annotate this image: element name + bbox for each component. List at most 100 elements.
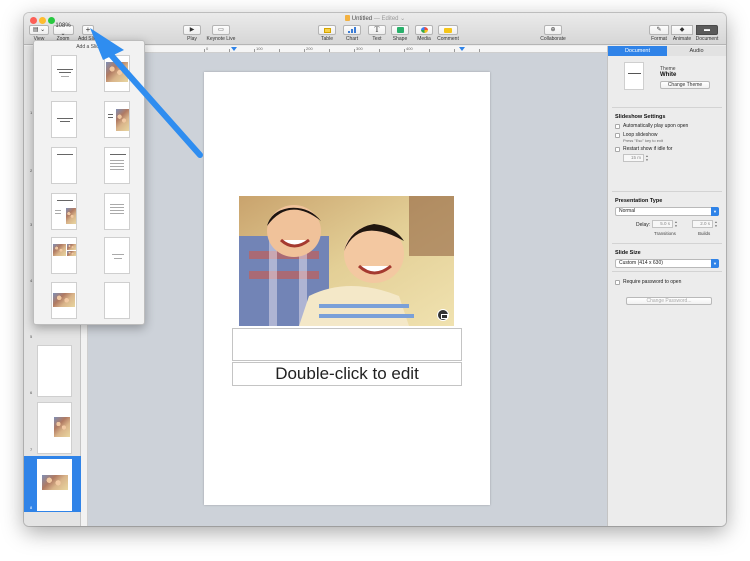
chart-button[interactable]: Chart [340,25,364,45]
keynote-live-button[interactable]: ▭ Keynote Live [204,25,238,45]
animate-label: Animate [672,36,692,42]
body-text-box[interactable]: Double-click to edit [232,362,462,386]
checkbox-icon [615,132,620,138]
slide-canvas[interactable]: Double-click to edit [88,53,607,526]
chart-icon [348,27,356,33]
window-title: Untitled — Edited ⌄ [24,15,726,22]
layout-title-top[interactable] [51,147,77,184]
media-button[interactable]: Media [412,25,436,45]
shape-label: Shape [392,36,408,42]
text-label: Text [372,36,382,42]
play-icon: ▶ [183,25,201,35]
popover-title: Add a Slide [76,44,102,50]
plus-icon: + [82,25,94,35]
media-icon [420,27,428,33]
layout-title[interactable] [51,55,77,92]
photo-image [239,196,454,326]
current-slide[interactable]: Double-click to edit [204,72,490,505]
slide-size-select[interactable]: Custom (414 x 630) ▼ [615,259,719,268]
format-icon: ✎ [649,25,669,35]
thumbnail-photo [54,417,70,437]
collaborate-button[interactable]: ⊕ Collaborate [536,25,570,45]
slide-thumbnail-7[interactable] [37,402,72,454]
stepper-arrows-icon[interactable]: ▲ ▼ [645,154,649,162]
stepper-arrows-icon[interactable]: ▲ ▼ [714,220,718,228]
format-button[interactable]: ✎ Format [647,25,671,45]
play-button[interactable]: ▶ Play [181,25,203,45]
require-password-label: Require password to open [623,279,682,285]
layout-photo[interactable] [51,282,77,319]
layout-blank[interactable] [104,282,130,319]
change-password-button[interactable]: Change Password... [626,297,712,305]
slide-number: 4 [30,278,33,283]
empty-text-box[interactable] [232,328,462,361]
document-title: Untitled [351,16,373,22]
presentation-type-value: Normal [619,208,636,214]
transitions-label: Transitions [654,231,676,236]
builds-delay-stepper[interactable]: 2.0 s ▲ ▼ [692,220,718,228]
transitions-delay-stepper[interactable]: 5.0 s ▲ ▼ [652,220,678,228]
ruler-number: 400 [406,46,413,51]
stepper-arrows-icon[interactable]: ▲ ▼ [674,220,678,228]
right-margin-marker[interactable] [459,47,465,51]
layout-title-bullets[interactable] [104,147,130,184]
slide-number: 6 [30,390,33,395]
document-button[interactable]: ▬ Document [693,25,721,45]
tab-audio[interactable]: Audio [667,46,726,56]
table-label: Table [321,36,333,42]
view-icon: ▤ ⌄ [29,25,49,35]
idle-time-field[interactable]: 15 m [623,154,644,162]
document-inspector-icon: ▬ [696,25,718,35]
presentation-type-select[interactable]: Normal ▼ [615,207,719,216]
layout-title-center[interactable] [51,101,77,138]
chart-icon-box [343,25,361,35]
slideshow-settings-section: Slideshow Settings Automatically play up… [612,108,722,192]
inspector-tabs: Document Audio [608,46,726,56]
restart-idle-checkbox[interactable]: Restart show if idle for [615,146,722,152]
layout-photo-3up[interactable] [51,237,77,274]
slide-thumbnail-6[interactable] [37,345,72,397]
checkbox-icon [615,123,620,129]
animate-button[interactable]: ◆ Animate [670,25,694,45]
ruler-number: 200 [306,46,313,51]
slide-size-heading: Slide Size [615,250,641,256]
change-theme-button[interactable]: Change Theme [660,81,710,89]
text-button[interactable]: T Text [365,25,389,45]
collaborate-icon: ⊕ [544,25,562,35]
auto-play-checkbox[interactable]: Automatically play upon open [615,123,722,129]
shape-button[interactable]: Shape [388,25,412,45]
layout-photo-vertical[interactable] [104,101,130,138]
chevron-down-icon: ▼ [711,207,719,216]
shape-icon [396,27,404,33]
auto-play-label: Automatically play upon open [623,123,689,129]
layout-bullets[interactable] [104,193,130,230]
document-icon [344,15,350,21]
require-password-checkbox[interactable]: Require password to open [615,279,722,285]
ruler-number: 300 [356,46,363,51]
slide-number: 7 [30,447,33,452]
left-margin-marker[interactable] [231,47,237,51]
checkbox-icon [615,146,620,152]
layout-bullets-photo[interactable] [51,193,77,230]
builds-delay-field[interactable]: 2.0 s [692,220,713,228]
presentation-type-section: Presentation Type Normal ▼ Delay: 5.0 s ▲… [612,192,722,244]
layout-quote[interactable] [104,237,130,274]
theme-thumbnail[interactable] [624,62,644,90]
slide-photo[interactable] [239,196,454,326]
layout-title-photo[interactable] [104,55,130,92]
animate-icon: ◆ [671,25,693,35]
transitions-delay-field[interactable]: 5.0 s [652,220,673,228]
comment-label: Comment [437,36,459,42]
slide-thumbnail-8[interactable] [37,459,72,511]
zoom-value: 108% ⌄ [52,23,74,37]
tab-document[interactable]: Document [608,46,667,56]
media-replace-icon[interactable] [437,309,449,321]
comment-button[interactable]: Comment [434,25,462,45]
password-section: Require password to open Change Password… [612,279,722,311]
media-icon-box [415,25,433,35]
comment-icon [444,27,452,33]
idle-time-stepper[interactable]: 15 m ▲ ▼ [623,154,722,162]
edited-indicator[interactable]: — Edited ⌄ [374,16,405,22]
ruler-number: 0 [206,46,209,51]
table-button[interactable]: Table [315,25,339,45]
